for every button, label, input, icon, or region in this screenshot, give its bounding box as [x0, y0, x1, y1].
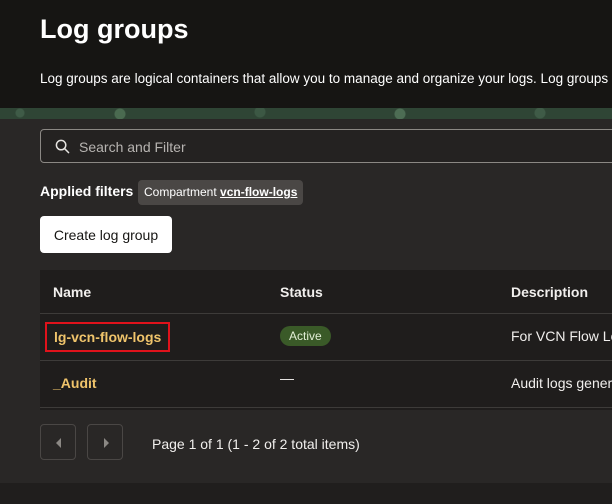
next-page-button[interactable]: [87, 424, 123, 460]
pagination-status: Page 1 of 1 (1 - 2 of 2 total items): [152, 436, 360, 452]
status-badge: Active: [280, 326, 331, 346]
header-banner-decoration: [0, 108, 612, 119]
log-groups-table: Name Status Description lg-vcn-flow-logs…: [40, 270, 612, 410]
log-group-link[interactable]: lg-vcn-flow-logs: [54, 329, 161, 345]
previous-page-button[interactable]: [40, 424, 76, 460]
page-title: Log groups: [40, 14, 189, 44]
chevron-left-icon: [56, 438, 61, 448]
applied-filters-label: Applied filters: [40, 183, 134, 199]
create-log-group-button[interactable]: Create log group: [40, 216, 172, 253]
filter-chip-key: Compartment: [144, 185, 217, 199]
highlighted-name-cell: lg-vcn-flow-logs: [45, 322, 171, 352]
description-cell: Audit logs genera: [511, 375, 612, 391]
footer-strip: [0, 483, 612, 504]
filter-chip-compartment[interactable]: Compartment vcn-flow-logs: [138, 180, 304, 205]
table-row: _Audit — Audit logs genera: [40, 361, 612, 408]
table-row: lg-vcn-flow-logs Active For VCN Flow Lo: [40, 314, 612, 361]
page-description: Log groups are logical containers that a…: [40, 71, 609, 86]
search-filter-box[interactable]: [40, 129, 612, 164]
filter-chip-value[interactable]: vcn-flow-logs: [220, 185, 297, 199]
page-header: Log groups Log groups are logical contai…: [0, 0, 612, 108]
main-content: Applied filters Compartment vcn-flow-log…: [0, 119, 612, 504]
description-cell: For VCN Flow Lo: [511, 328, 612, 344]
column-header-status[interactable]: Status: [280, 284, 323, 300]
column-header-description[interactable]: Description: [511, 284, 588, 300]
status-empty: —: [280, 370, 294, 386]
table-header: Name Status Description: [40, 270, 612, 314]
log-group-link[interactable]: _Audit: [53, 375, 97, 391]
search-icon: [55, 139, 70, 154]
search-input[interactable]: [77, 130, 612, 164]
page: Log groups Log groups are logical contai…: [0, 0, 612, 504]
chevron-right-icon: [104, 438, 109, 448]
column-header-name[interactable]: Name: [53, 284, 91, 300]
